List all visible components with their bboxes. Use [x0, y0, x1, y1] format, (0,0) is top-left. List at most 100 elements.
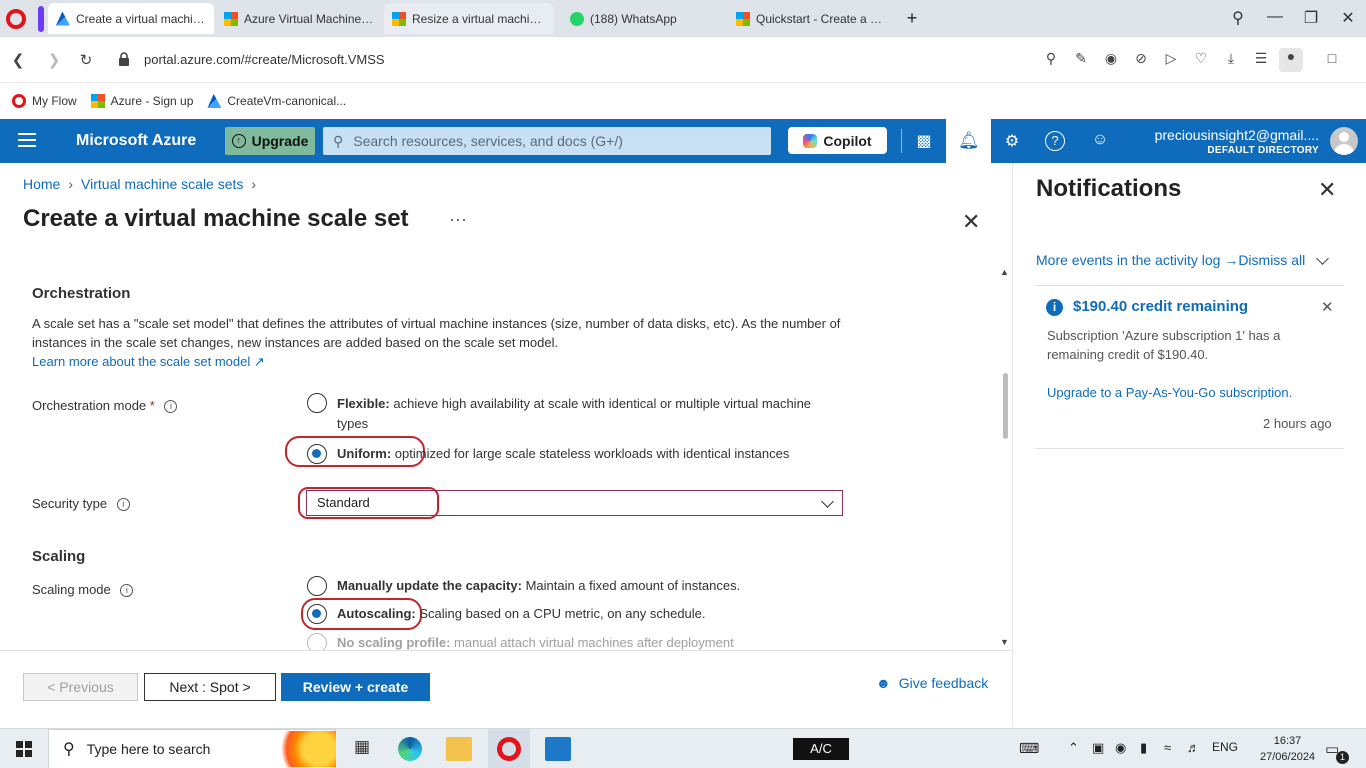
more-options-icon[interactable]: ···: [449, 209, 467, 230]
download-icon[interactable]: ⤓: [1221, 50, 1241, 70]
play-icon[interactable]: ▷: [1161, 50, 1181, 70]
tab-create-vm[interactable]: Create a virtual machine s: [48, 3, 214, 34]
tab-whatsapp[interactable]: (188) WhatsApp: [562, 3, 728, 34]
upgrade-subscription-link[interactable]: Upgrade to a Pay-As-You-Go subscription.: [1047, 385, 1292, 400]
radio-manual-capacity[interactable]: [307, 576, 327, 596]
form-scroll-area[interactable]: Orchestration A scale set has a "scale s…: [0, 260, 1012, 650]
page-title: Create a virtual machine scale set: [23, 205, 409, 232]
back-arrow-icon[interactable]: ❮: [8, 51, 28, 69]
close-notifications-icon[interactable]: ✕: [1318, 177, 1336, 203]
radio-uniform[interactable]: [307, 444, 327, 464]
dismiss-notification-icon[interactable]: ✕: [1321, 298, 1334, 316]
volume-icon[interactable]: ♬: [1187, 740, 1200, 755]
url-input[interactable]: portal.azure.com/#create/Microsoft.VMSS: [144, 52, 385, 67]
notifications-title: Notifications: [1036, 175, 1182, 202]
upgrade-button[interactable]: ↑ Upgrade: [225, 127, 315, 155]
meet-now-icon[interactable]: ◉: [1115, 740, 1126, 756]
minimize-icon[interactable]: —: [1265, 8, 1285, 26]
scroll-up-icon[interactable]: ▲: [1000, 267, 1009, 277]
file-explorer-icon[interactable]: [446, 737, 472, 761]
previous-button[interactable]: < Previous: [23, 673, 138, 701]
azure-brand-title[interactable]: Microsoft Azure: [76, 132, 196, 150]
close-window-icon[interactable]: ✕: [1338, 8, 1358, 28]
tab-azure-vmss[interactable]: Azure Virtual Machine Sca: [216, 3, 382, 34]
language-indicator[interactable]: ENG: [1212, 740, 1238, 754]
radio-autoscaling[interactable]: [307, 604, 327, 624]
settings-gear-icon[interactable]: ⚙: [1001, 131, 1023, 153]
task-view-icon[interactable]: ▦: [349, 737, 375, 761]
feedback-person-icon[interactable]: ☺: [1089, 131, 1111, 153]
radio-no-scaling-profile[interactable]: [307, 633, 327, 650]
orchestration-heading: Orchestration: [32, 285, 131, 302]
clock[interactable]: 16:37 27/06/2024: [1260, 733, 1315, 765]
forward-arrow-icon[interactable]: ❯: [44, 51, 64, 69]
easy-setup-icon[interactable]: ☰: [1251, 50, 1271, 70]
scroll-down-icon[interactable]: ▼: [1000, 637, 1009, 647]
scrollbar-thumb[interactable]: [1003, 373, 1008, 439]
tray-app-icon[interactable]: ▣: [1092, 740, 1104, 756]
zoom-icon[interactable]: ⚲: [1041, 50, 1061, 70]
give-feedback-link[interactable]: ☻ Give feedback: [876, 675, 988, 691]
chevron-down-icon[interactable]: [1316, 252, 1329, 265]
media-player-icon[interactable]: [545, 737, 571, 761]
breadcrumb-home[interactable]: Home: [23, 176, 60, 192]
user-account-name[interactable]: preciousinsight2@gmail....: [1155, 127, 1319, 143]
extensions-cube-icon[interactable]: □: [1322, 50, 1342, 70]
restore-icon[interactable]: ❐: [1301, 8, 1321, 28]
next-spot-button[interactable]: Next : Spot >: [144, 673, 276, 701]
search-icon: ⚲: [333, 132, 344, 149]
info-icon[interactable]: i: [116, 498, 130, 512]
annotation-security-type: [298, 487, 439, 519]
bookmark-my-flow[interactable]: My Flow: [12, 94, 77, 108]
opera-browser-icon[interactable]: [497, 737, 521, 761]
opera-menu-icon[interactable]: [6, 9, 26, 29]
camera-icon[interactable]: ◉: [1101, 50, 1121, 70]
wifi-icon[interactable]: ≈: [1164, 740, 1171, 755]
edit-icon[interactable]: ✎: [1071, 50, 1091, 70]
info-icon[interactable]: i: [120, 584, 134, 598]
hamburger-menu-icon[interactable]: [18, 133, 36, 147]
new-tab-plus-icon[interactable]: +: [902, 9, 922, 29]
global-search-input[interactable]: ⚲ Search resources, services, and docs (…: [323, 127, 771, 155]
flexible-desc: achieve high availability at scale with …: [337, 396, 812, 431]
tab-quickstart[interactable]: Quickstart - Create a Virtu: [728, 3, 894, 34]
cloud-shell-icon[interactable]: ▩: [913, 131, 935, 153]
ac-badge: A/C: [793, 738, 849, 760]
learn-more-link[interactable]: Learn more about the scale set model ↗: [32, 352, 265, 371]
notification-title[interactable]: $190.40 credit remaining: [1073, 298, 1248, 315]
give-feedback-label: Give feedback: [898, 675, 989, 691]
close-blade-icon[interactable]: ✕: [962, 209, 980, 235]
arrow-up-circle-icon: ↑: [231, 134, 246, 148]
divider: [1035, 285, 1344, 286]
activity-log-link[interactable]: More events in the activity log →: [1036, 252, 1238, 268]
review-create-button[interactable]: Review + create: [281, 673, 430, 701]
bookmark-createvm[interactable]: CreateVm-canonical...: [207, 94, 346, 108]
adblock-icon[interactable]: ⊘: [1131, 50, 1151, 70]
windows-start-icon[interactable]: [16, 741, 32, 757]
tab-resize-vm[interactable]: Resize a virtual machine -: [384, 3, 554, 34]
required-asterisk: *: [149, 398, 155, 413]
notifications-button[interactable]: 🔔︎: [946, 119, 991, 163]
bookmark-azure-signup[interactable]: Azure - Sign up: [90, 94, 193, 108]
battery-icon[interactable]: ▮: [1140, 740, 1147, 756]
chevron-right-icon: ›: [68, 176, 74, 192]
heart-icon[interactable]: ♡: [1191, 50, 1211, 70]
microsoft-icon: [90, 94, 105, 108]
search-placeholder: Search resources, services, and docs (G+…: [353, 133, 623, 149]
profile-icon[interactable]: ●: [1279, 48, 1303, 72]
windows-taskbar: ⚲ Type here to search ▦ A/C ⌨ ⌃ ▣ ◉ ▮ ≈ …: [0, 728, 1366, 768]
info-icon[interactable]: i: [164, 400, 178, 414]
show-hidden-icons-chevron-up-icon[interactable]: ⌃: [1068, 740, 1079, 756]
radio-flexible[interactable]: [307, 393, 327, 413]
orchestration-mode-text: Orchestration mode: [32, 398, 147, 413]
dismiss-all-link[interactable]: Dismiss all: [1238, 252, 1305, 268]
breadcrumb-vmss[interactable]: Virtual machine scale sets: [81, 176, 243, 192]
tab-title: Resize a virtual machine -: [412, 11, 546, 26]
search-tabs-icon[interactable]: ⚲: [1228, 8, 1248, 28]
help-icon[interactable]: ?: [1045, 131, 1065, 151]
keyboard-icon[interactable]: ⌨: [1019, 740, 1039, 757]
reload-icon[interactable]: ↻: [76, 51, 96, 69]
edge-browser-icon[interactable]: [398, 737, 422, 761]
avatar[interactable]: [1330, 127, 1358, 155]
copilot-button[interactable]: Copilot: [788, 127, 887, 154]
